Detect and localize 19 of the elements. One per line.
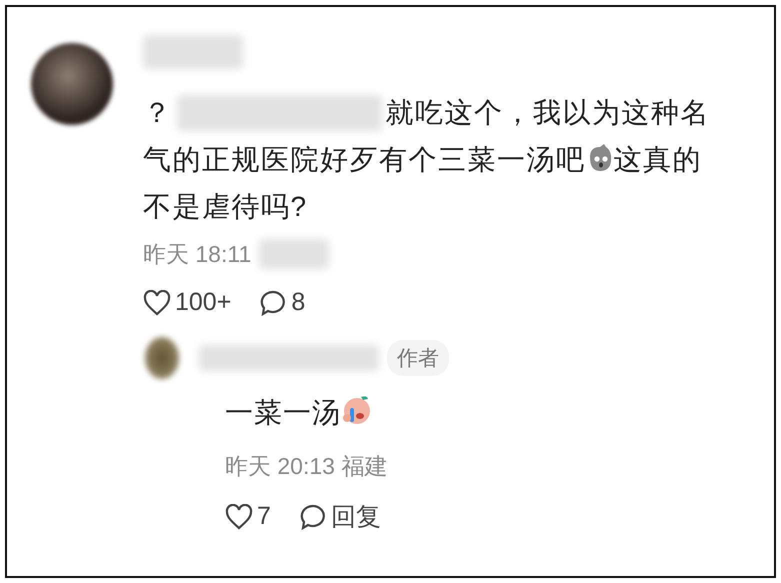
- author-badge: 作者: [387, 340, 449, 376]
- comment-text: 气的正规医院好歹有个三菜一汤吧: [143, 143, 586, 177]
- comment-text: 不是虐待吗?: [143, 190, 308, 224]
- avatar[interactable]: [145, 337, 179, 379]
- comment-text: 一菜一汤: [225, 396, 341, 430]
- comment-icon: [298, 502, 327, 530]
- comment-text: 就吃这个，我以为这种名: [386, 96, 710, 130]
- comment-text: 这真的: [614, 143, 702, 177]
- comment-text: ？: [143, 96, 172, 130]
- comment-icon[interactable]: [259, 288, 288, 316]
- heart-icon[interactable]: [225, 504, 253, 530]
- timestamp: 昨天 20:13 福建: [225, 452, 388, 481]
- avatar[interactable]: [31, 43, 113, 125]
- reply-button[interactable]: 回复: [298, 500, 381, 533]
- heart-icon[interactable]: [143, 290, 171, 316]
- like-count: 100+: [175, 288, 232, 317]
- like-count: 7: [257, 502, 271, 531]
- timestamp: 昨天 18:11: [143, 240, 252, 268]
- reply-count: 8: [291, 288, 306, 317]
